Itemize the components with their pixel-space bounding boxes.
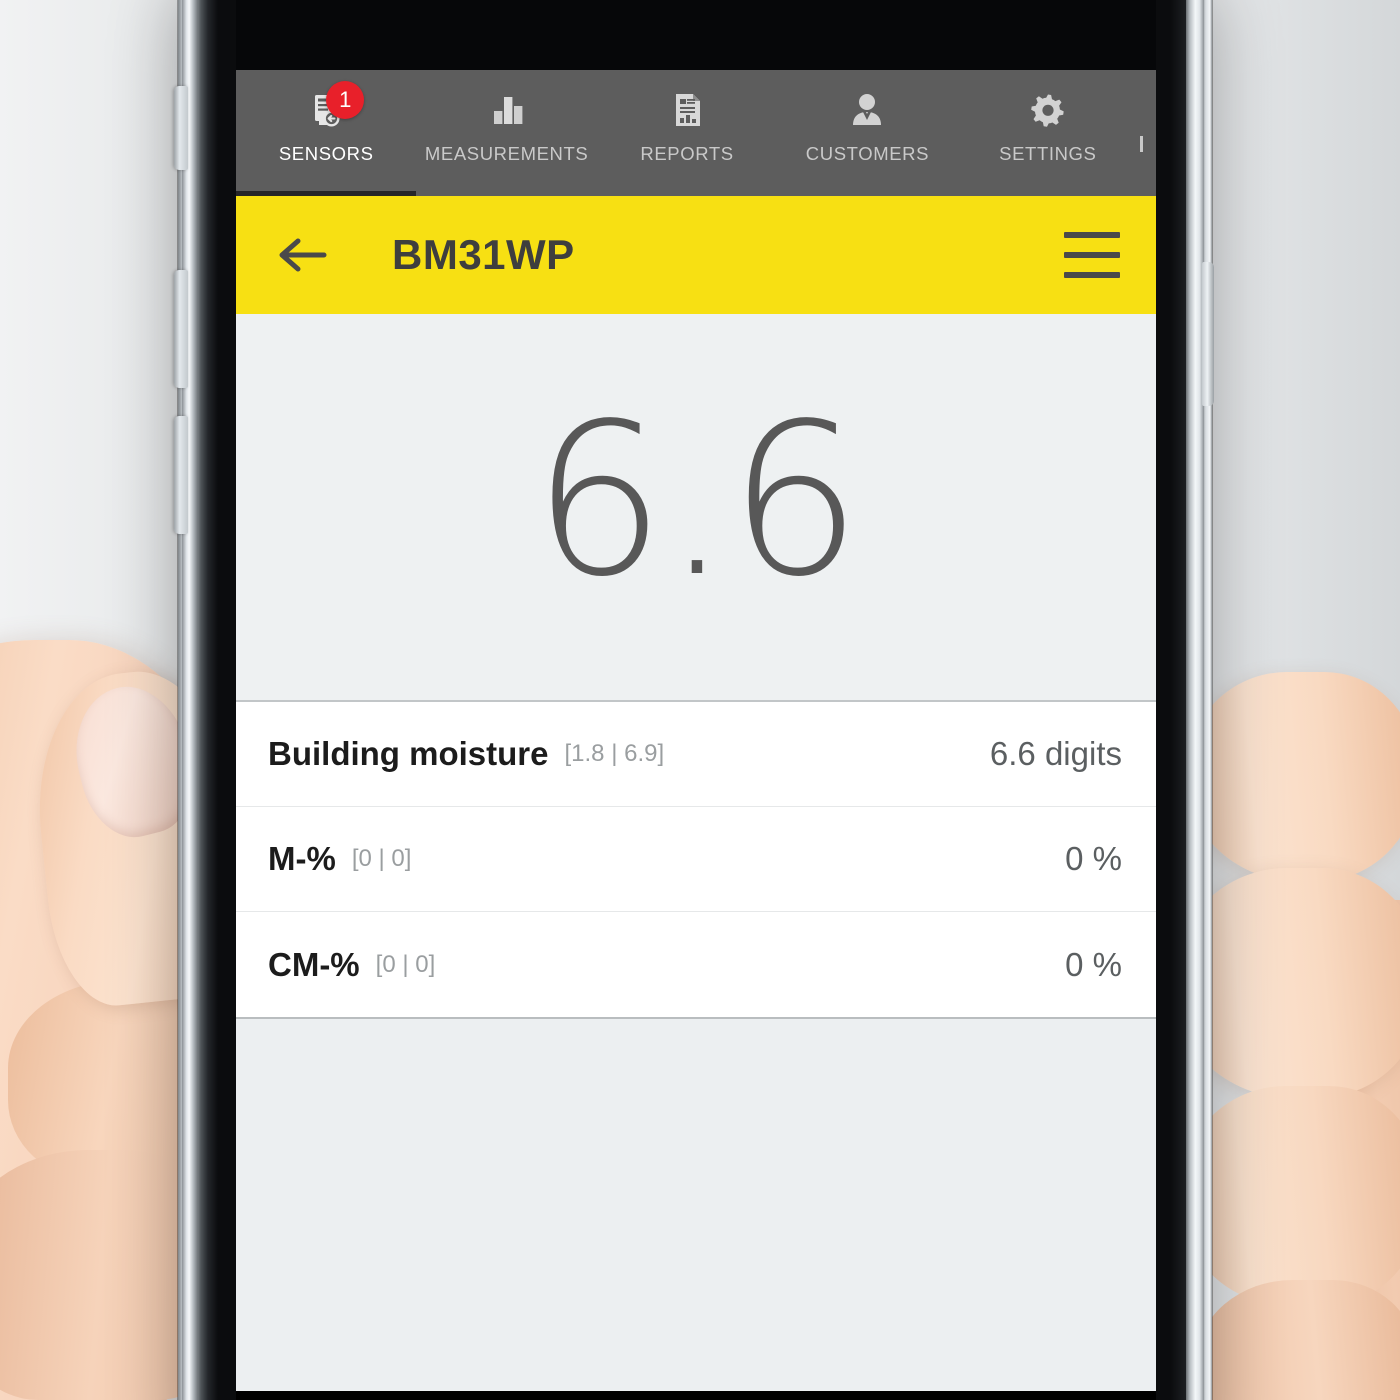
hamburger-menu-icon-line-3 (1064, 272, 1120, 278)
app-bar: BM31WP (236, 196, 1156, 314)
phone-left-edge (182, 0, 198, 1400)
tab-customers-icon-wrap (847, 87, 887, 133)
photo-scene: 1 SENSORS MEASUREMENTS REPORTS CUSTOMERS… (0, 0, 1400, 1400)
tab-reports-icon-wrap (667, 87, 707, 133)
status-bar (236, 0, 1156, 70)
tab-sensors-label: SENSORS (278, 143, 374, 164)
readings-list: Building moisture [1.8 | 6.9] 6.6 digits… (236, 702, 1156, 1019)
tab-sensors-icon-wrap: 1 (306, 81, 365, 133)
reading-value: 0 % (1065, 840, 1122, 877)
tab-customers-label: CUSTOMERS (805, 143, 930, 164)
primary-reading-value: 6.6 (532, 378, 862, 623)
phone-right-edge (1186, 0, 1204, 1400)
tab-overflow-partial[interactable] (1138, 70, 1156, 196)
reading-name: Building moisture (268, 735, 549, 772)
volume-down-button[interactable] (174, 416, 188, 534)
reading-range: [0 | 0] (351, 845, 412, 872)
reading-row-building-moisture[interactable]: Building moisture [1.8 | 6.9] 6.6 digits (236, 702, 1156, 807)
tab-measurements-icon-wrap (487, 87, 527, 133)
reading-name: CM-% (268, 945, 360, 983)
reading-row-m-percent[interactable]: M-% [0 | 0] 0 % (236, 807, 1156, 912)
sensors-notification-badge: 1 (326, 81, 365, 119)
back-button[interactable] (274, 227, 330, 283)
arrow-left-icon (279, 238, 327, 272)
content-empty-area (236, 1019, 1156, 1391)
primary-reading-panel: 6.6 (236, 314, 1156, 702)
tab-reports[interactable]: REPORTS (597, 70, 777, 196)
power-button[interactable] (1202, 262, 1214, 406)
reading-value: 0 % (1065, 945, 1122, 983)
report-document-icon (676, 94, 701, 126)
tab-sensors[interactable]: 1 SENSORS (236, 70, 417, 196)
reading-range: [1.8 | 6.9] (564, 740, 665, 767)
tab-customers[interactable]: CUSTOMERS (777, 70, 957, 196)
hamburger-menu-button[interactable] (1064, 232, 1120, 278)
tab-settings[interactable]: SETTINGS (958, 70, 1138, 196)
tab-measurements-label: MEASUREMENTS (424, 143, 589, 164)
right-hand-finger-3 (1180, 1086, 1400, 1306)
mute-switch-button[interactable] (174, 86, 188, 170)
phone-screen: 1 SENSORS MEASUREMENTS REPORTS CUSTOMERS… (236, 0, 1156, 1400)
tab-measurements[interactable]: MEASUREMENTS (416, 70, 596, 196)
reading-value: 6.6 digits (989, 735, 1122, 772)
tab-settings-label: SETTINGS (999, 143, 1097, 164)
reading-range: [0 | 0] (375, 950, 436, 978)
volume-up-button[interactable] (174, 270, 188, 388)
right-hand-finger-1 (1186, 672, 1400, 882)
reading-name: M-% (268, 840, 336, 877)
reading-row-cm-percent[interactable]: CM-% [0 | 0] 0 % (236, 912, 1156, 1017)
tab-reports-label: REPORTS (640, 143, 734, 164)
person-icon (853, 94, 882, 125)
hamburger-menu-icon-line-2 (1064, 252, 1120, 258)
gear-icon (1031, 94, 1064, 127)
top-tab-bar: 1 SENSORS MEASUREMENTS REPORTS CUSTOMERS… (236, 70, 1156, 196)
tab-settings-icon-wrap (1028, 87, 1068, 133)
page-title: BM31WP (392, 231, 575, 278)
hamburger-menu-icon-line-1 (1064, 232, 1120, 238)
bar-chart-icon (493, 97, 523, 124)
